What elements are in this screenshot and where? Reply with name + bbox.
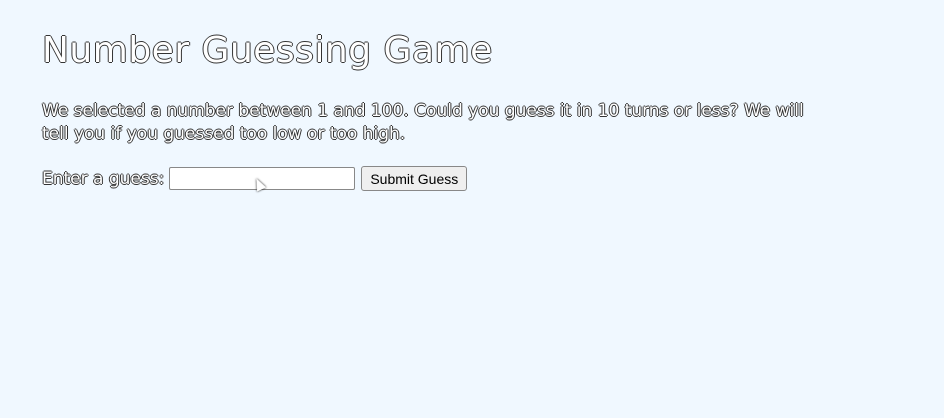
intro-text: We selected a number between 1 and 100. … xyxy=(42,101,804,144)
page-title: Number Guessing Game xyxy=(42,30,493,71)
submit-guess-button[interactable]: Submit Guess xyxy=(361,166,468,191)
guess-label: Enter a guess: xyxy=(42,168,165,189)
